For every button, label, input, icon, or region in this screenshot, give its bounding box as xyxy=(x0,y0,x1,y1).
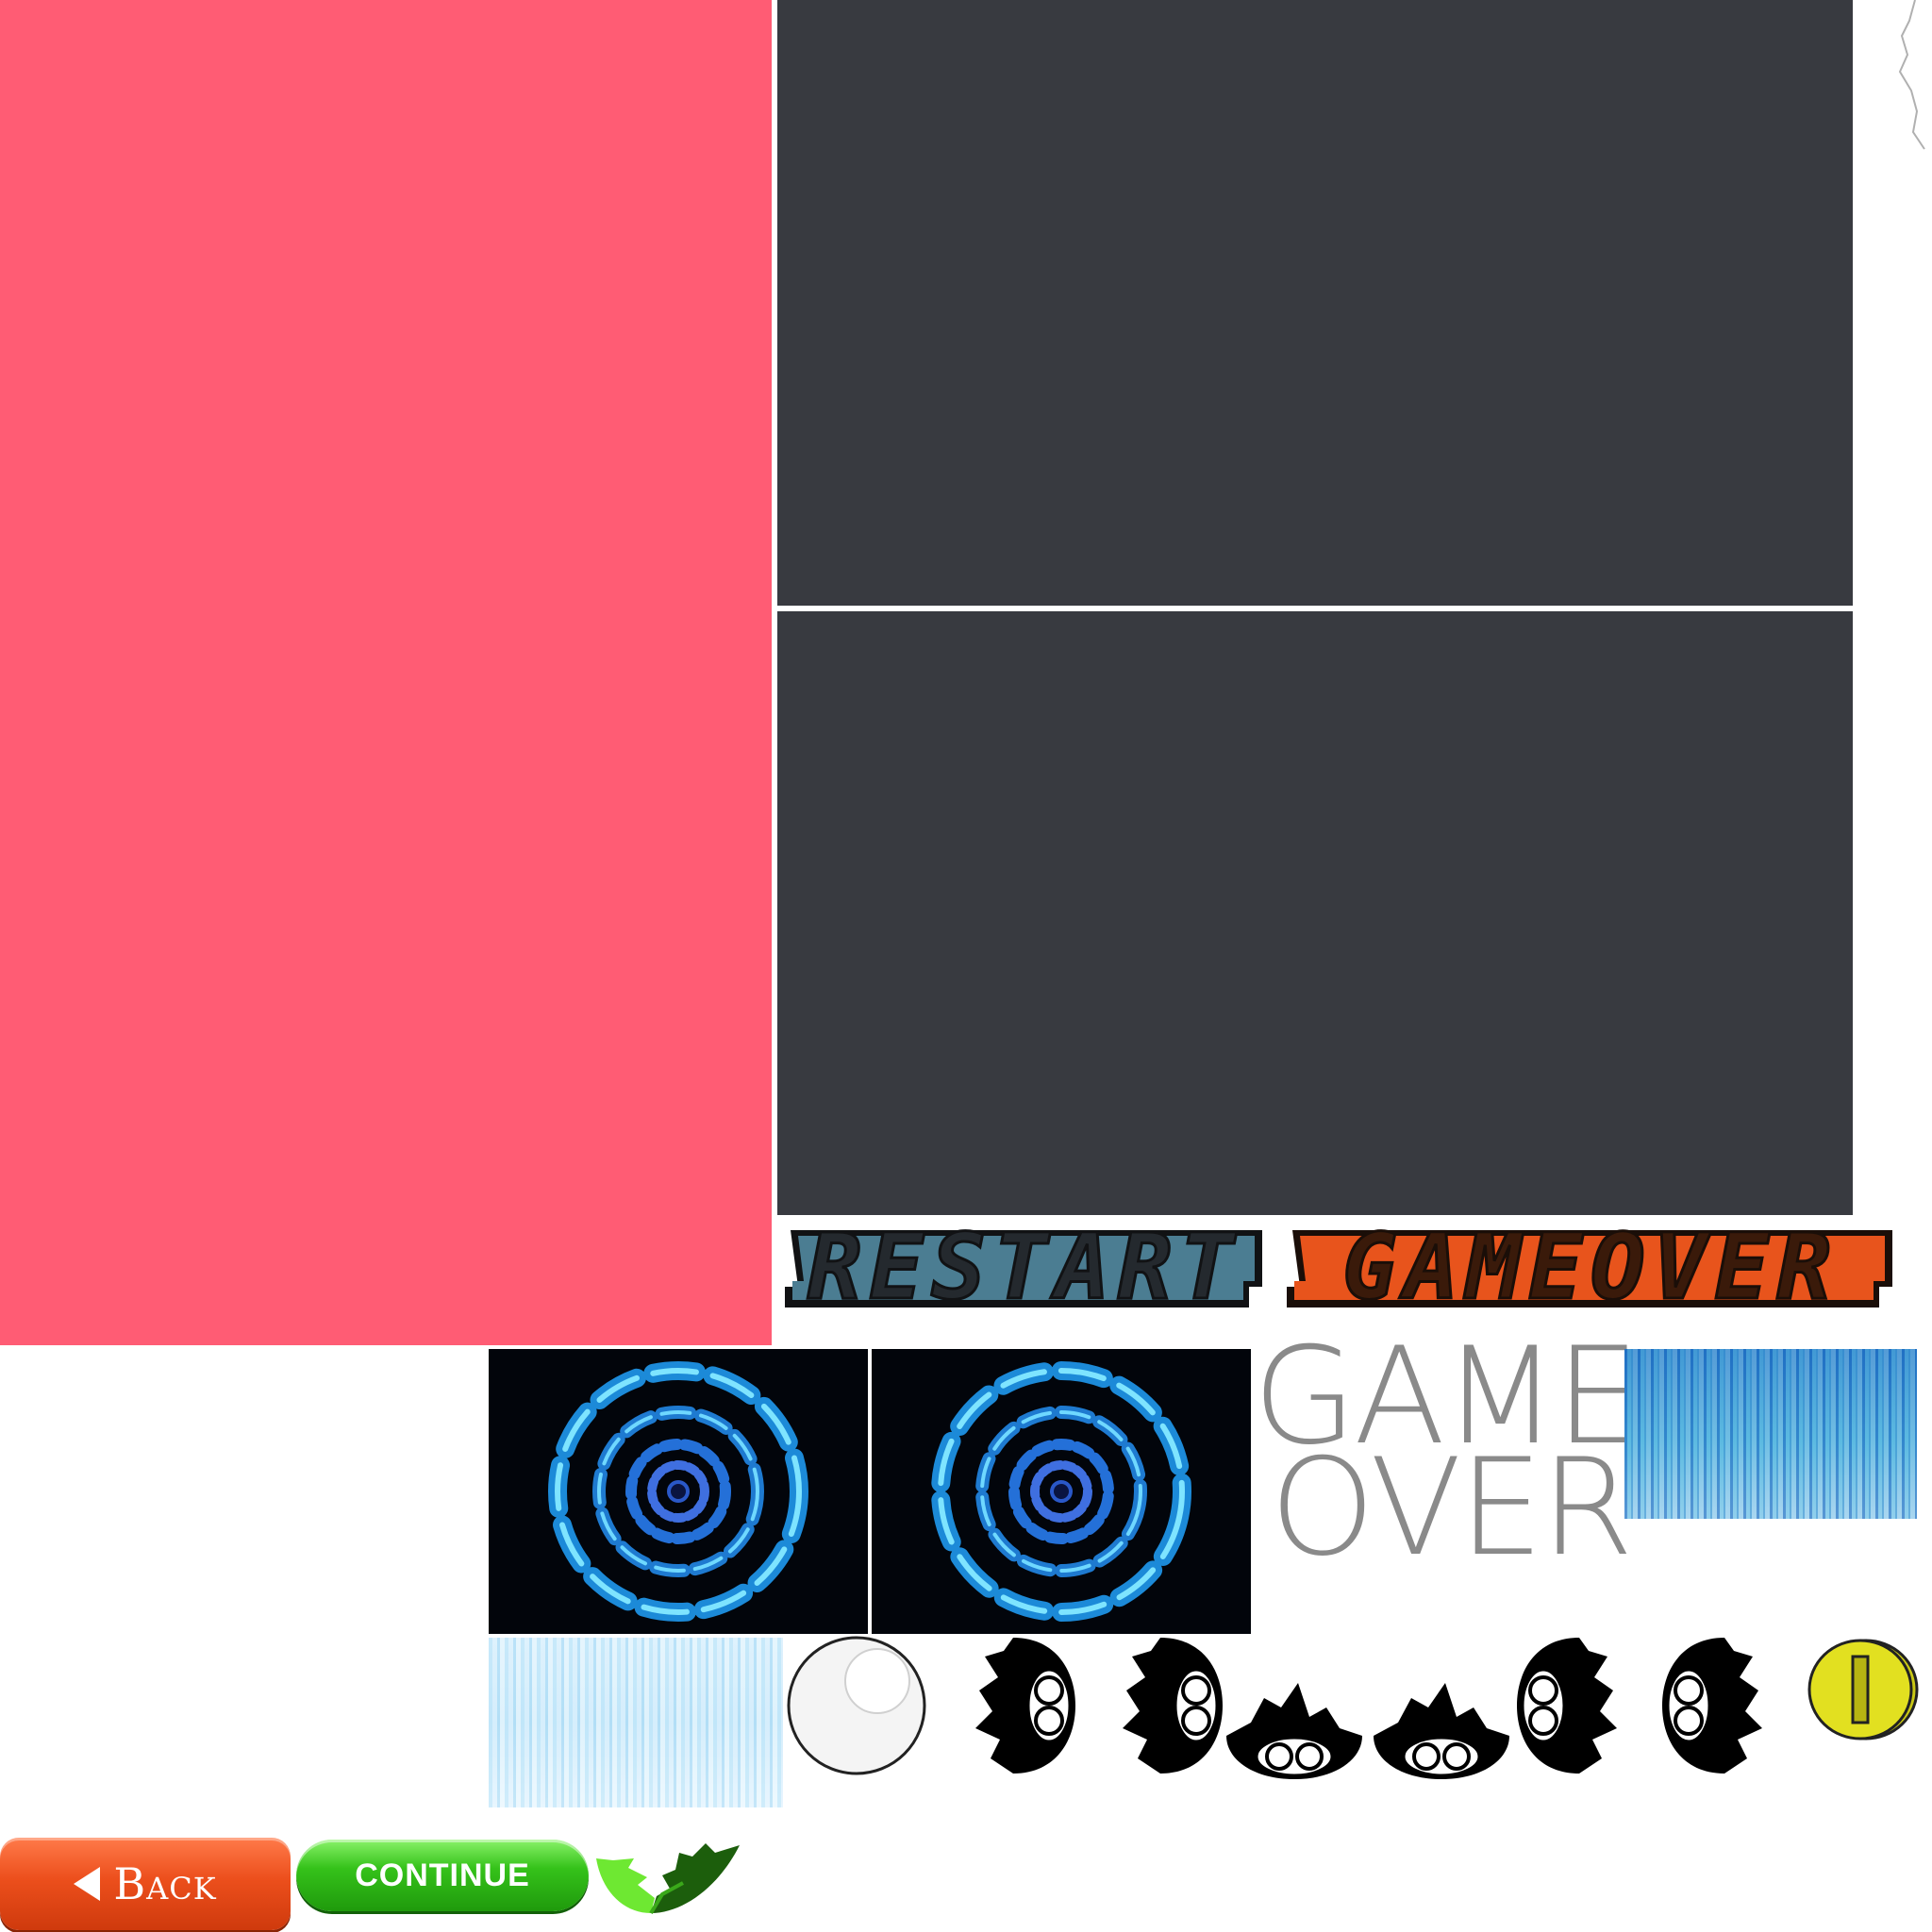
chomper-icon-up-facing xyxy=(1223,1679,1366,1781)
gold-coin-icon xyxy=(1806,1638,1921,1741)
game-over-pixel-title-sprite: GAMEOVER xyxy=(1279,1221,1902,1319)
restart-title-sprite[interactable]: RESTART xyxy=(777,1221,1272,1319)
back-arrow-icon xyxy=(74,1867,101,1901)
dark-panel-top xyxy=(777,0,1853,606)
chomper-icon-up-facing-2 xyxy=(1370,1679,1513,1781)
portal-sprite-2 xyxy=(872,1349,1251,1634)
dark-panel-bottom xyxy=(777,611,1853,1215)
green-leaf-icon xyxy=(592,1840,743,1915)
chomper-icon-right-facing xyxy=(972,1634,1077,1777)
continue-button-label: CONTINUE xyxy=(355,1857,530,1893)
back-button-label: Back xyxy=(113,1858,217,1909)
light-blue-streak-texture xyxy=(489,1638,783,1807)
game-over-text: GAME OVER xyxy=(1253,1330,1640,1586)
game-over-line-2: OVER xyxy=(1270,1430,1634,1586)
pink-background-panel xyxy=(0,0,772,1345)
continue-button[interactable]: CONTINUE xyxy=(296,1840,589,1911)
restart-title-text: RESTART xyxy=(808,1221,1242,1319)
chomper-icon-right-facing-2 xyxy=(1119,1634,1224,1777)
chomper-icon-left-facing xyxy=(1515,1634,1621,1777)
crack-line-sprite xyxy=(1892,0,1932,151)
back-button[interactable]: Back xyxy=(0,1838,291,1930)
chomper-icon-left-facing-2 xyxy=(1660,1634,1766,1777)
portal-sprite-1 xyxy=(489,1349,868,1634)
white-orb-icon xyxy=(785,1634,928,1777)
blue-streak-texture xyxy=(1624,1349,1917,1519)
game-over-pixel-text: GAMEOVER xyxy=(1342,1221,1839,1319)
